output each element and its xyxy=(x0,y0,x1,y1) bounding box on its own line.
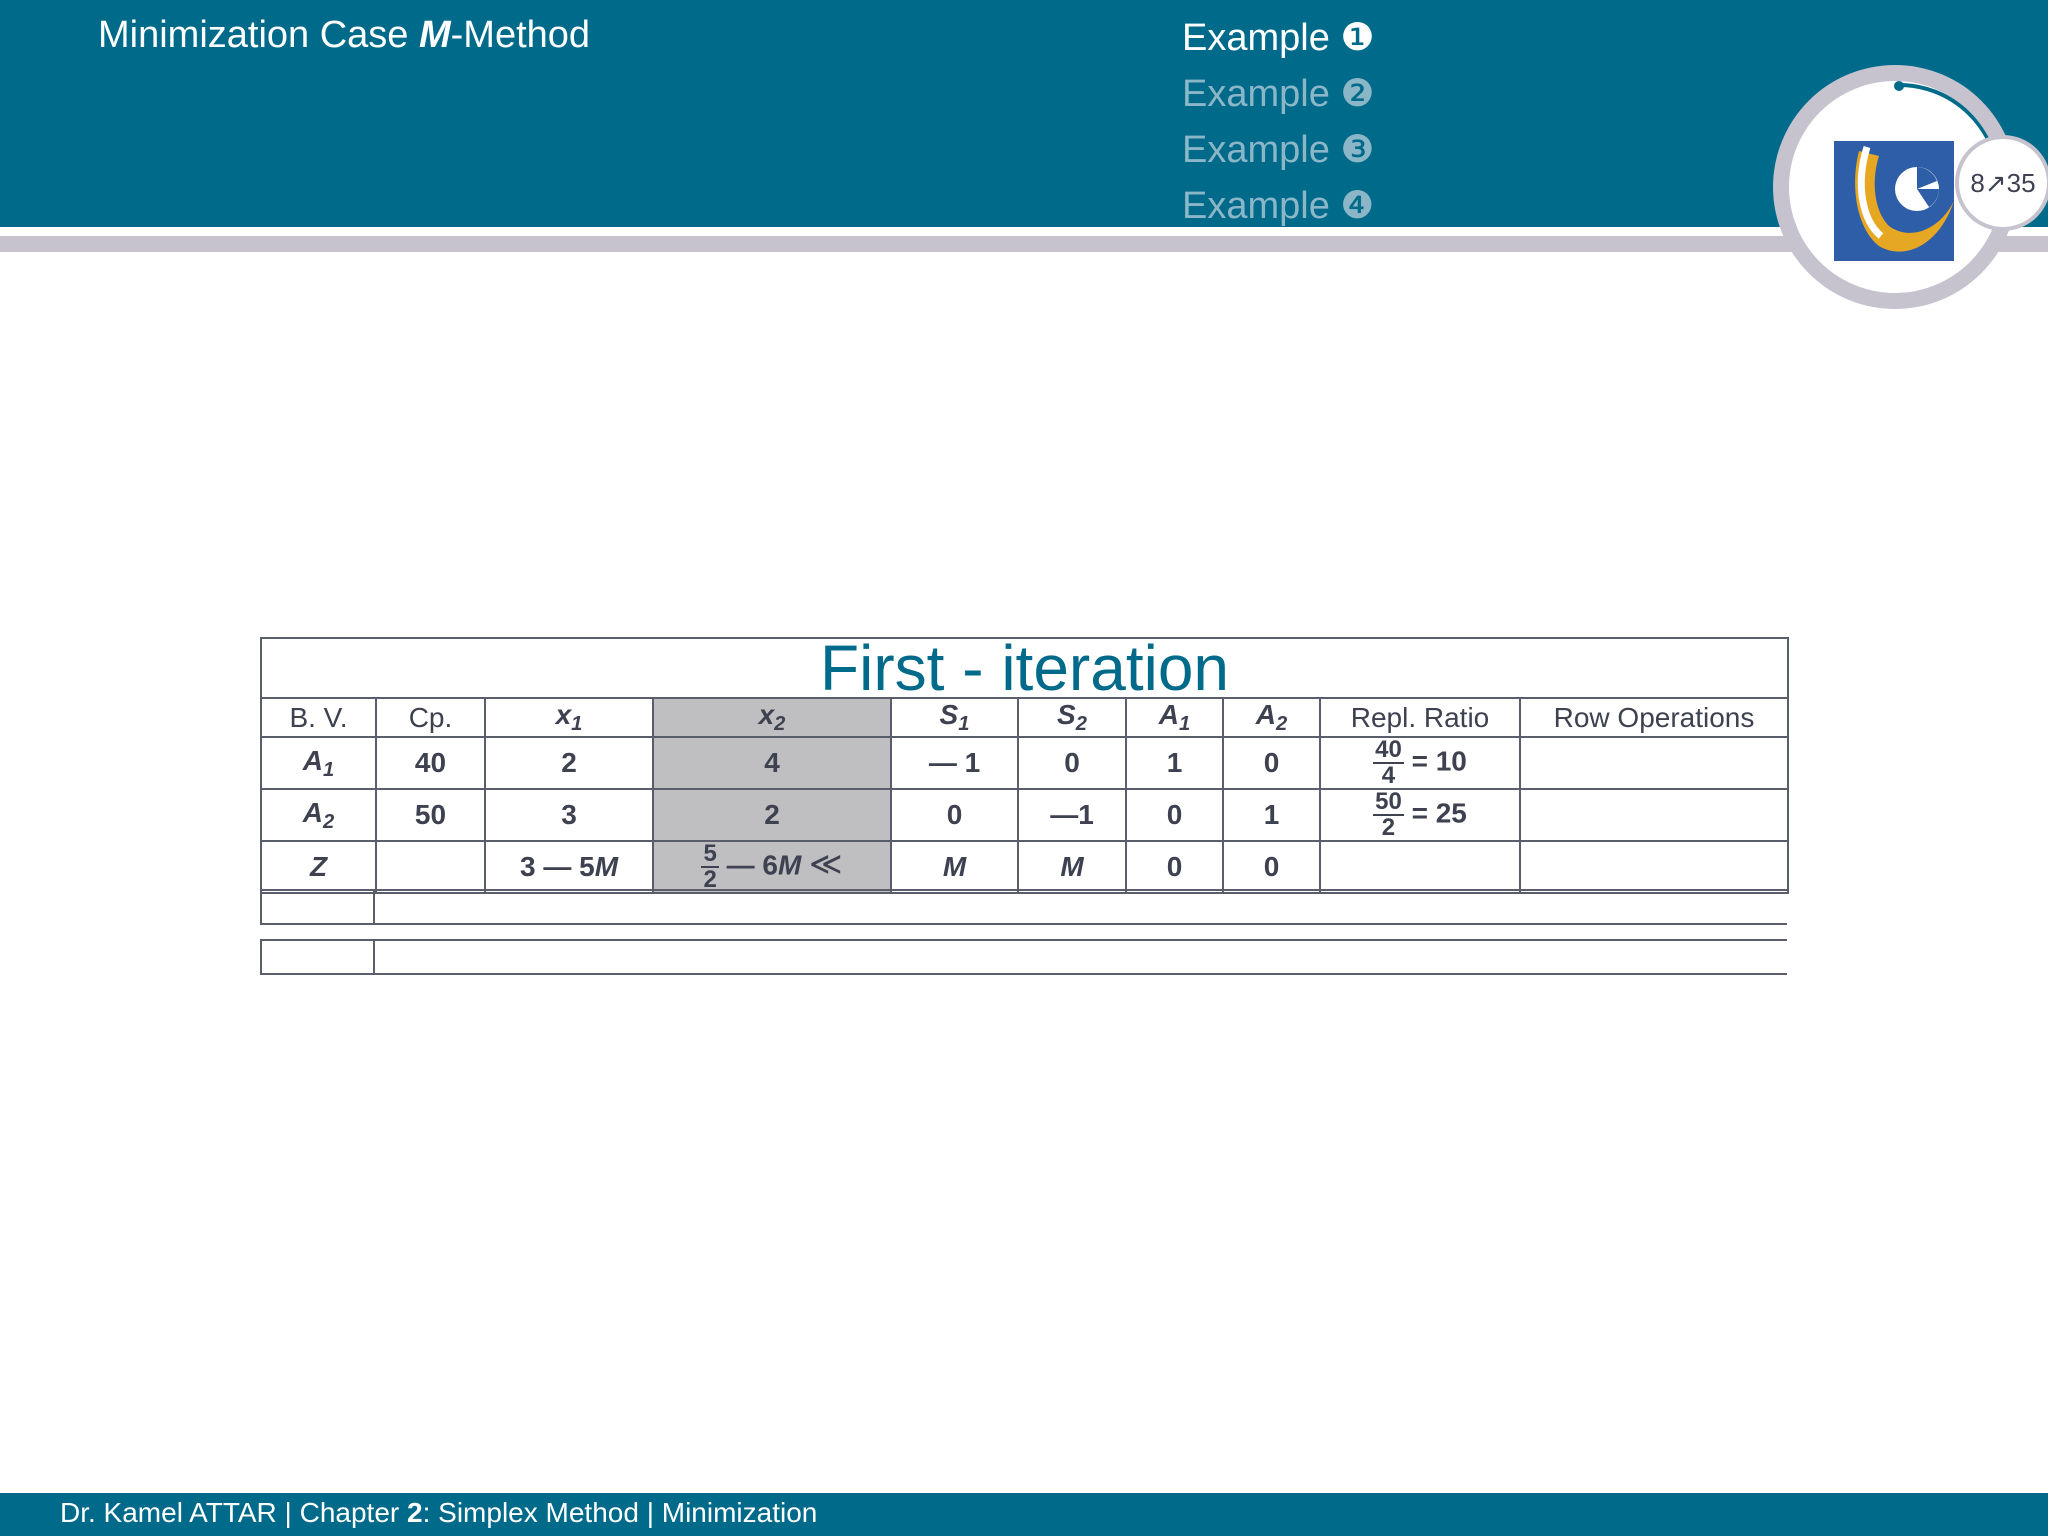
row2-s2: —1 xyxy=(1017,788,1127,843)
entering-arrow-icon: ≪ xyxy=(809,845,843,882)
row2-a1: 0 xyxy=(1125,788,1224,843)
empty-tableau-row xyxy=(260,889,1787,925)
table-row: A1 40 2 4 — 1 0 1 0 40 4 = 10 xyxy=(260,736,1790,791)
z-cp xyxy=(375,840,486,895)
row2-ops xyxy=(1518,788,1790,843)
footer-chapter-number: 2 xyxy=(407,1497,423,1528)
row2-ratio-result: = 25 xyxy=(1411,797,1467,829)
footer-author: Dr. Kamel ATTAR | Chapter xyxy=(60,1497,408,1528)
z-row: Z 3 — 5M 52 — 6M ≪ M M 0 0 xyxy=(260,840,1790,895)
table-row: A2 50 3 2 0 —1 0 1 50 2 = 25 xyxy=(260,788,1790,843)
empty-row-cell-right xyxy=(373,939,1787,975)
section-title[interactable]: Minimization Case M-Method xyxy=(98,14,590,57)
page-current: 8 xyxy=(1970,168,1985,198)
z-ops xyxy=(1518,840,1790,895)
row1-x1: 2 xyxy=(484,736,654,791)
section-title-prefix: Minimization Case xyxy=(98,14,419,56)
header-ops: Row Operations xyxy=(1518,696,1790,739)
footer-bar: Dr. Kamel ATTAR | Chapter 2: Simplex Met… xyxy=(0,1493,2048,1536)
row1-s1: — 1 xyxy=(890,736,1019,791)
tableau-caption: First - iteration xyxy=(259,636,1790,700)
header-a1-sub: 1 xyxy=(1179,713,1191,736)
row2-a2: 1 xyxy=(1222,788,1321,843)
row1-ratio-den: 4 xyxy=(1381,762,1396,790)
simplex-tableau: First - iteration B. V. Cp. x1 x2 S1 S2 … xyxy=(259,636,1790,895)
row1-a1: 1 xyxy=(1125,736,1224,791)
page-arrow-icon: ↗ xyxy=(1984,168,2007,198)
header-x1: x1 xyxy=(484,696,654,739)
z-x1: 3 — 5M xyxy=(484,840,654,895)
header-bv: B. V. xyxy=(260,696,377,739)
row2-bv: A2 xyxy=(260,788,377,843)
z-a1: 0 xyxy=(1125,840,1224,895)
page-total: 35 xyxy=(2006,168,2036,198)
row1-ratio-result: = 10 xyxy=(1411,745,1467,777)
nav-example-3[interactable]: Example ❸ xyxy=(1182,126,1374,182)
row2-cp: 50 xyxy=(375,788,486,843)
row1-bv: A1 xyxy=(260,736,377,791)
header-x1-var: x xyxy=(555,699,572,730)
header-x2-sub: 2 xyxy=(774,713,786,736)
z-x2-num: 5 xyxy=(701,840,719,869)
z-x1-m: M xyxy=(594,851,619,883)
header-x2-var: x xyxy=(758,699,775,730)
z-ratio xyxy=(1319,840,1521,895)
header-underline xyxy=(0,236,2048,252)
header-a1-var: A xyxy=(1158,699,1179,730)
header-x1-sub: 1 xyxy=(571,713,583,736)
header-s1-sub: 1 xyxy=(958,713,970,736)
row2-x1: 3 xyxy=(484,788,654,843)
row1-ops xyxy=(1518,736,1790,791)
row1-bv-sub: 1 xyxy=(323,758,335,781)
empty-row-cell-left xyxy=(260,939,375,975)
z-x2-m: M xyxy=(777,849,802,881)
z-x2-rest: — 6 xyxy=(718,849,778,881)
header-s1-var: S xyxy=(939,699,959,730)
z-x1-num: 3 — 5 xyxy=(519,851,595,883)
row1-s2: 0 xyxy=(1017,736,1127,791)
z-x2-fraction: 52 xyxy=(701,840,719,892)
header-a2-sub: 2 xyxy=(1276,713,1288,736)
row1-cp: 40 xyxy=(375,736,486,791)
row2-ratio: 50 2 = 25 xyxy=(1319,788,1521,843)
row1-ratio-fraction: 40 4 xyxy=(1373,738,1404,788)
header-s2-sub: 2 xyxy=(1075,713,1087,736)
row2-bv-sub: 2 xyxy=(323,810,335,833)
nav-example-4[interactable]: Example ❹ xyxy=(1182,182,1374,238)
nav-example-2[interactable]: Example ❷ xyxy=(1182,70,1374,126)
header-ratio: Repl. Ratio xyxy=(1319,696,1521,739)
row1-ratio-num: 40 xyxy=(1373,736,1404,765)
row2-bv-var: A xyxy=(302,796,323,828)
z-bv: Z xyxy=(260,840,377,895)
header-a2: A2 xyxy=(1222,696,1321,739)
row2-ratio-fraction: 50 2 xyxy=(1373,790,1404,840)
header-cp: Cp. xyxy=(375,696,486,739)
page-counter: 8↗35 xyxy=(1955,135,2048,231)
z-s2: M xyxy=(1017,840,1127,895)
row2-ratio-den: 2 xyxy=(1381,814,1396,842)
row1-bv-var: A xyxy=(302,744,323,776)
footer-text: Dr. Kamel ATTAR | Chapter 2: Simplex Met… xyxy=(60,1497,817,1529)
row2-s1: 0 xyxy=(890,788,1019,843)
footer-rest: : Simplex Method | Minimization xyxy=(422,1497,818,1528)
row1-ratio: 40 4 = 10 xyxy=(1319,736,1521,791)
example-nav: Example ❶ Example ❷ Example ❸ Example ❹ xyxy=(1182,14,1374,238)
header-a2-var: A xyxy=(1255,699,1276,730)
empty-tableau-row xyxy=(260,939,1787,975)
z-x2-pivot: 52 — 6M ≪ xyxy=(652,840,892,895)
row1-a2: 0 xyxy=(1222,736,1321,791)
empty-row-cell-left xyxy=(260,889,375,925)
tableau-table: First - iteration B. V. Cp. x1 x2 S1 S2 … xyxy=(259,636,1790,895)
section-title-suffix: -Method xyxy=(450,14,591,56)
z-s1: M xyxy=(890,840,1019,895)
row2-x2: 2 xyxy=(652,788,892,843)
empty-row-cell-right xyxy=(373,889,1787,925)
row1-x2: 4 xyxy=(652,736,892,791)
header-divider xyxy=(0,227,2048,236)
z-a2: 0 xyxy=(1222,840,1321,895)
row2-ratio-num: 50 xyxy=(1373,788,1404,817)
nav-example-1[interactable]: Example ❶ xyxy=(1182,14,1374,70)
section-title-italic: M xyxy=(419,14,451,56)
header-s2-var: S xyxy=(1057,699,1076,730)
